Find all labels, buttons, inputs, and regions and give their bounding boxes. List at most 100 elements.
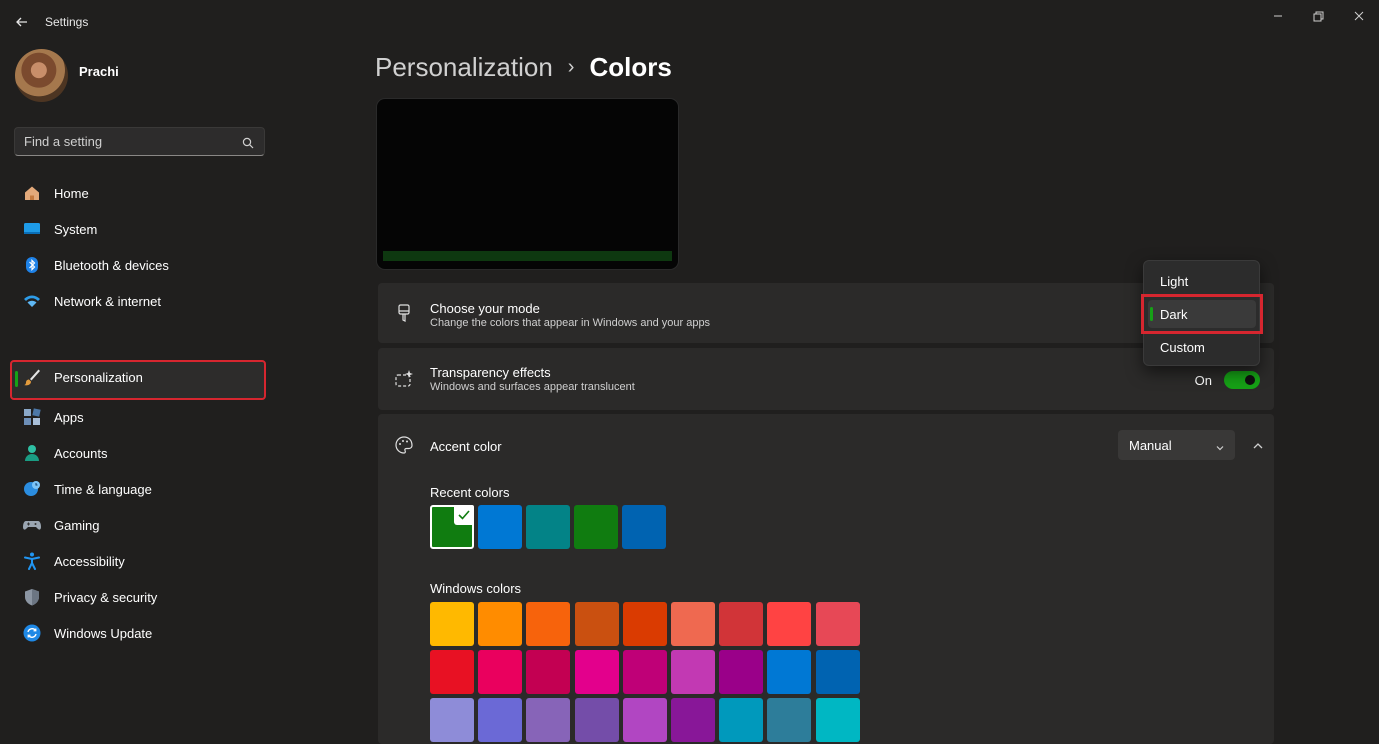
network-icon — [23, 292, 41, 310]
sidebar-item-label: Bluetooth & devices — [54, 258, 169, 273]
gamepad-icon — [23, 516, 41, 534]
mode-description: Change the colors that appear in Windows… — [430, 317, 711, 329]
sidebar-item-time-language[interactable]: Time & language — [10, 472, 266, 506]
windows-colors-label: Windows colors — [430, 581, 522, 596]
transparency-card: Transparency effects Windows and surface… — [378, 348, 1274, 410]
sidebar-item-label: Network & internet — [54, 294, 161, 309]
sparkle-icon — [394, 369, 414, 389]
sidebar-item-personalization[interactable]: Personalization — [10, 360, 266, 400]
windows-color-swatch[interactable] — [526, 650, 571, 694]
globe-clock-icon — [23, 480, 41, 498]
sidebar-item-bluetooth[interactable]: Bluetooth & devices — [10, 248, 266, 282]
windows-color-swatch[interactable] — [478, 602, 523, 646]
chevron-down-icon — [1215, 440, 1225, 451]
breadcrumb-parent[interactable]: Personalization — [375, 52, 553, 82]
mode-option-label: Custom — [1160, 340, 1205, 355]
windows-color-swatch[interactable] — [622, 698, 667, 742]
windows-color-swatch[interactable] — [574, 650, 619, 694]
sidebar-item-label: Accounts — [54, 446, 108, 461]
sidebar-item-label: Apps — [54, 410, 84, 425]
page-title: Colors — [589, 52, 672, 82]
windows-color-swatch[interactable] — [767, 602, 812, 646]
chevron-up-icon — [1252, 439, 1264, 451]
windows-color-swatch[interactable] — [574, 698, 619, 742]
search-input[interactable] — [24, 134, 234, 149]
window-title: Settings — [45, 15, 89, 29]
recent-color-swatch[interactable] — [622, 505, 666, 549]
sidebar-item-label: Personalization — [54, 370, 143, 385]
windows-color-swatch[interactable] — [671, 698, 715, 742]
windows-color-swatch[interactable] — [719, 698, 764, 742]
windows-color-swatch[interactable] — [478, 698, 523, 742]
recent-color-swatch[interactable] — [574, 505, 618, 549]
back-arrow-icon[interactable] — [12, 12, 32, 32]
dropdown-value: Manual — [1129, 438, 1172, 453]
sidebar-item-network[interactable]: Network & internet — [10, 284, 266, 318]
selection-indicator — [15, 371, 18, 387]
system-icon — [23, 220, 41, 238]
paintbrush-icon — [23, 368, 41, 386]
user-name: Prachi — [79, 64, 119, 79]
sidebar-item-privacy[interactable]: Privacy & security — [10, 580, 266, 614]
mode-title: Choose your mode — [430, 301, 540, 316]
breadcrumb-separator: › — [567, 56, 575, 78]
windows-color-swatch[interactable] — [719, 650, 764, 694]
windows-color-swatch[interactable] — [671, 650, 715, 694]
shield-icon — [23, 588, 41, 606]
recent-color-swatch[interactable] — [478, 505, 522, 549]
windows-color-swatch[interactable] — [767, 650, 812, 694]
toggle-knob — [1245, 375, 1255, 385]
windows-color-swatch[interactable] — [478, 650, 523, 694]
windows-color-swatch[interactable] — [671, 602, 715, 646]
mode-option-label: Light — [1160, 274, 1189, 289]
search-box[interactable] — [14, 127, 265, 156]
windows-color-swatch[interactable] — [526, 602, 571, 646]
dark-option-highlight — [1141, 294, 1263, 334]
transparency-description: Windows and surfaces appear translucent — [430, 381, 635, 393]
transparency-toggle[interactable] — [1224, 371, 1260, 389]
sidebar-item-windows-update[interactable]: Windows Update — [10, 616, 266, 650]
sidebar-item-apps[interactable]: Apps — [10, 400, 266, 434]
search-icon[interactable] — [242, 136, 254, 149]
mode-option-custom[interactable]: Custom — [1148, 333, 1256, 361]
recent-colors-label: Recent colors — [430, 485, 510, 500]
windows-color-swatch[interactable] — [574, 602, 619, 646]
windows-color-swatch[interactable] — [622, 650, 667, 694]
breadcrumb: Personalization › Colors — [375, 52, 672, 83]
sidebar-item-label: Home — [54, 186, 89, 201]
collapse-button[interactable] — [1243, 430, 1273, 460]
windows-color-swatch[interactable] — [815, 602, 860, 646]
checkmark-icon — [454, 505, 474, 525]
accent-mode-dropdown[interactable]: Manual — [1118, 430, 1235, 460]
windows-color-swatch[interactable] — [430, 602, 474, 646]
windows-color-swatch[interactable] — [526, 698, 571, 742]
sidebar-item-label: Accessibility — [54, 554, 125, 569]
windows-color-swatch[interactable] — [430, 650, 474, 694]
recent-color-swatch[interactable] — [526, 505, 570, 549]
accessibility-icon — [23, 552, 41, 570]
windows-color-swatch[interactable] — [815, 698, 860, 742]
choose-mode-card[interactable]: Choose your mode Change the colors that … — [378, 283, 1274, 343]
mode-option-light[interactable]: Light — [1148, 267, 1256, 295]
sidebar-item-label: Privacy & security — [54, 590, 158, 605]
transparency-title: Transparency effects — [430, 365, 551, 380]
avatar[interactable] — [15, 49, 68, 102]
windows-color-swatch[interactable] — [767, 698, 812, 742]
sidebar-item-accessibility[interactable]: Accessibility — [10, 544, 266, 578]
recent-color-swatch[interactable] — [430, 505, 474, 549]
sidebar-item-system[interactable]: System — [10, 212, 266, 246]
sidebar-item-gaming[interactable]: Gaming — [10, 508, 266, 542]
palette-icon — [394, 435, 414, 455]
windows-color-swatch[interactable] — [815, 650, 860, 694]
sidebar-item-accounts[interactable]: Accounts — [10, 436, 266, 470]
brush-mode-icon — [394, 303, 414, 323]
windows-color-swatch[interactable] — [719, 602, 764, 646]
accent-title: Accent color — [430, 439, 502, 454]
windows-color-swatch[interactable] — [622, 602, 667, 646]
update-icon — [23, 624, 41, 642]
windows-color-swatch[interactable] — [430, 698, 474, 742]
sidebar-item-home[interactable]: Home — [10, 176, 266, 210]
toggle-state-label: On — [1194, 373, 1212, 388]
sidebar-item-label: System — [54, 222, 98, 237]
apps-icon — [23, 408, 41, 426]
